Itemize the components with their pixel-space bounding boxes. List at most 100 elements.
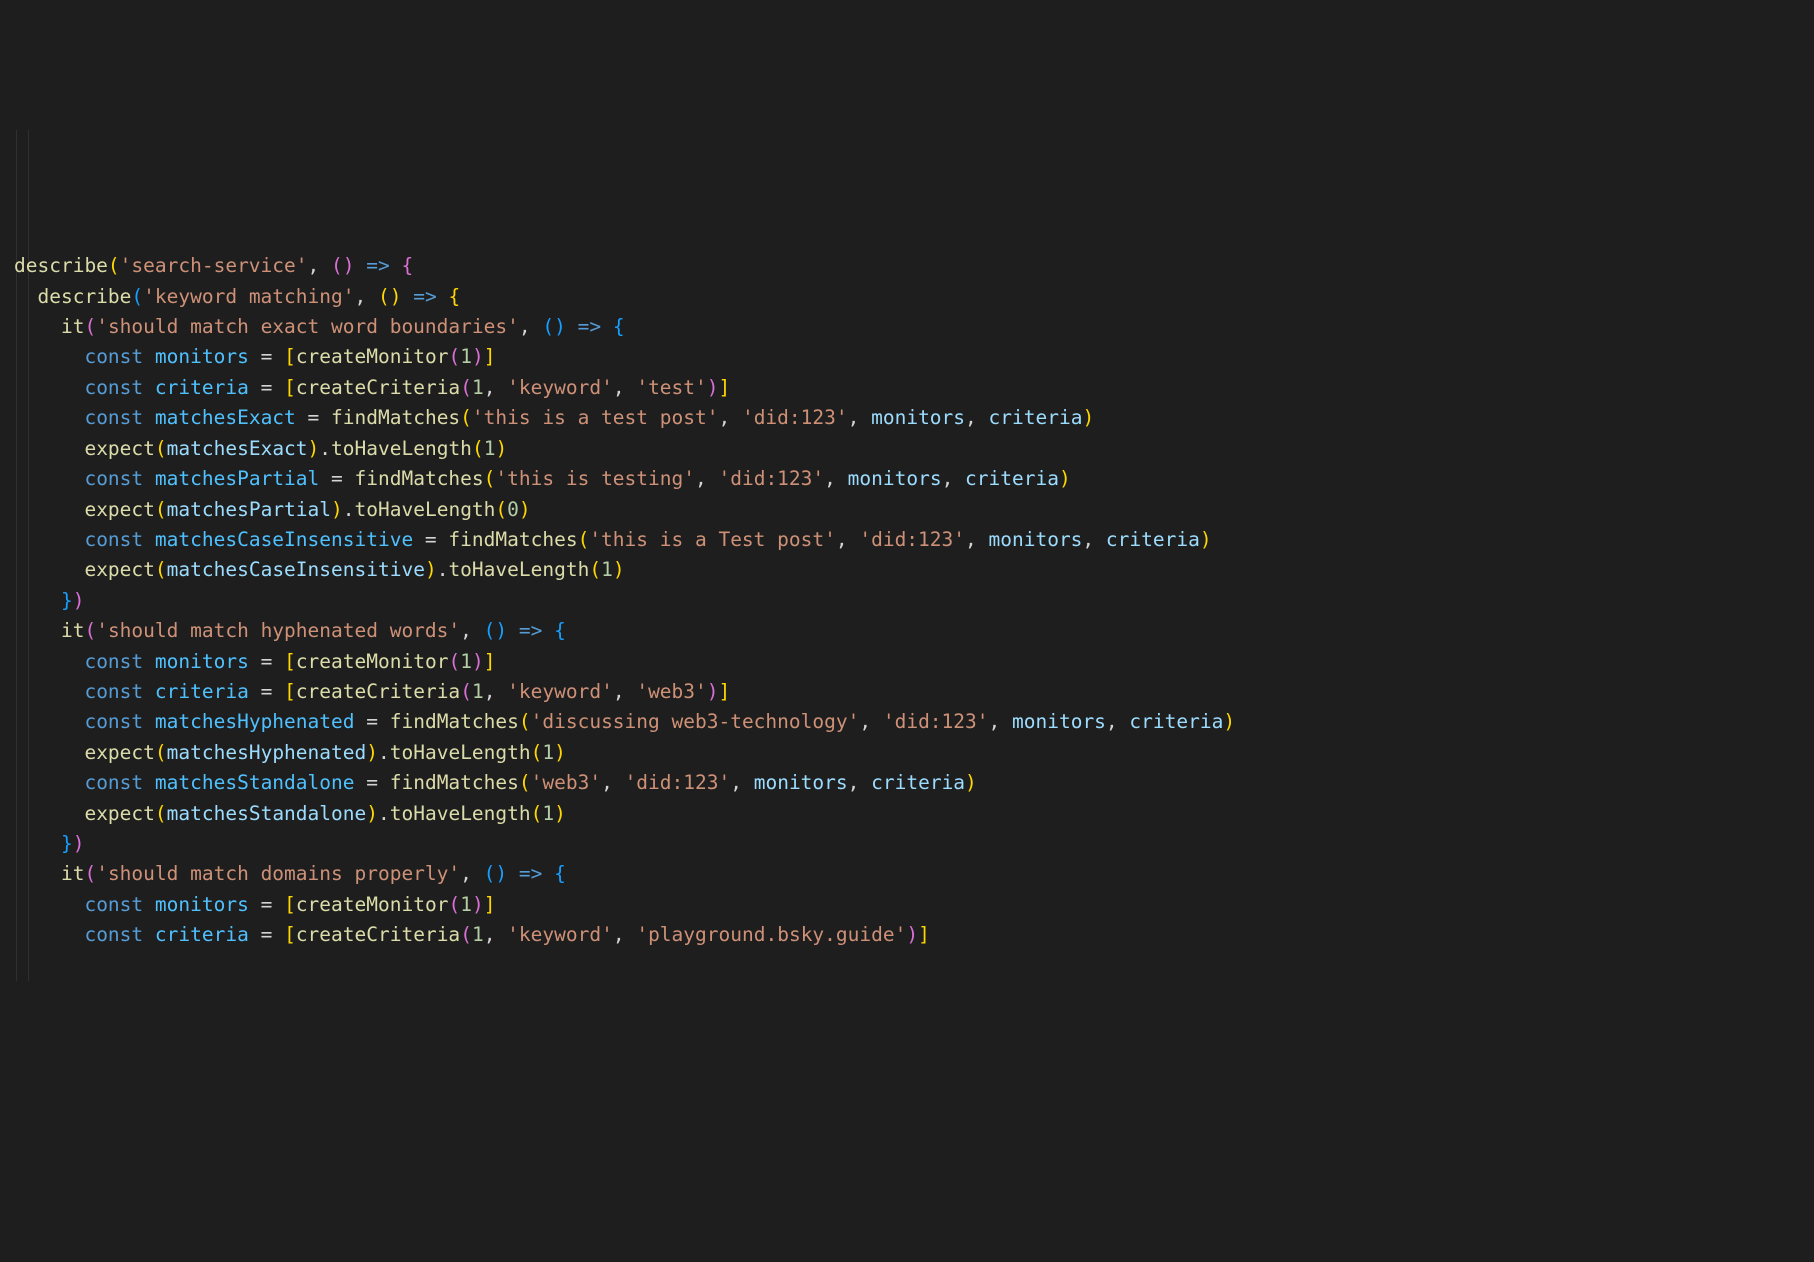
code-token: => [519,862,542,885]
code-token [143,376,155,399]
code-token [14,528,84,551]
code-token: createMonitor [296,893,449,916]
code-line[interactable]: const matchesStandalone = findMatches('w… [14,768,1814,798]
code-token: = [249,376,284,399]
code-token: ) [343,254,355,277]
code-token: , [695,467,718,490]
code-token: , [836,528,859,551]
code-token: ) [73,832,85,855]
code-token: ( [378,285,390,308]
code-token: 0 [507,498,519,521]
code-token: 1 [472,680,484,703]
code-line[interactable]: expect(matchesCaseInsensitive).toHaveLen… [14,555,1814,585]
code-token: ) [495,437,507,460]
code-token: ( [531,741,543,764]
code-token: criteria [155,680,249,703]
code-token: 1 [460,893,472,916]
code-token: , [354,285,377,308]
code-line[interactable]: const monitors = [createMonitor(1)] [14,890,1814,920]
code-token [14,741,84,764]
code-token: , [965,406,988,429]
code-token: ) [707,376,719,399]
code-line[interactable]: expect(matchesPartial).toHaveLength(0) [14,495,1814,525]
code-token: toHaveLength [390,802,531,825]
code-token: [ [284,345,296,368]
code-token: toHaveLength [355,498,496,521]
code-line[interactable]: const matchesHyphenated = findMatches('d… [14,707,1814,737]
code-token [14,285,37,308]
code-line[interactable]: it('should match exact word boundaries',… [14,312,1814,342]
code-token: } [61,589,73,612]
code-token: 'should match hyphenated words' [96,619,460,642]
code-token: expect [84,558,154,581]
code-line[interactable]: const criteria = [createCriteria(1, 'key… [14,920,1814,950]
code-token: 'did:123' [883,710,989,733]
code-token: , [859,710,882,733]
code-line[interactable]: }) [14,586,1814,616]
code-token: ) [554,741,566,764]
code-token: 'did:123' [859,528,965,551]
code-line[interactable]: it('should match hyphenated words', () =… [14,616,1814,646]
code-line[interactable]: const criteria = [createCriteria(1, 'key… [14,373,1814,403]
code-token: , [519,315,542,338]
code-token [401,285,413,308]
code-token: = [319,467,354,490]
code-line[interactable]: const monitors = [createMonitor(1)] [14,342,1814,372]
code-token: 'should match exact word boundaries' [96,315,519,338]
code-line[interactable]: expect(matchesHyphenated).toHaveLength(1… [14,738,1814,768]
code-token: ( [460,680,472,703]
code-token [507,619,519,642]
code-token: . [378,802,390,825]
code-token: { [401,254,413,277]
code-token: ) [554,802,566,825]
code-token: => [413,285,436,308]
code-token: , [1106,710,1129,733]
code-line[interactable]: }) [14,829,1814,859]
code-token: , [824,467,847,490]
code-token: const [84,528,143,551]
code-line[interactable]: const monitors = [createMonitor(1)] [14,647,1814,677]
code-token: it [61,619,84,642]
code-line[interactable]: const criteria = [createCriteria(1, 'key… [14,677,1814,707]
code-line[interactable]: it('should match domains properly', () =… [14,859,1814,889]
code-token: 1 [460,345,472,368]
code-token: 'web3' [636,680,706,703]
code-token [143,923,155,946]
code-token [143,345,155,368]
code-token: createCriteria [296,923,460,946]
code-line[interactable]: expect(matchesStandalone).toHaveLength(1… [14,799,1814,829]
code-line[interactable]: const matchesCaseInsensitive = findMatch… [14,525,1814,555]
code-token: expect [84,802,154,825]
code-line[interactable]: describe('search-service', () => { [14,251,1814,281]
code-token: ( [448,345,460,368]
code-token: ) [425,558,437,581]
code-token: findMatches [390,771,519,794]
code-token: ) [495,619,507,642]
code-line[interactable]: const matchesPartial = findMatches('this… [14,464,1814,494]
code-token [14,710,84,733]
code-token: ) [1059,467,1071,490]
code-token [14,437,84,460]
code-token: ] [484,345,496,368]
code-editor[interactable]: describe('search-service', () => { descr… [14,130,1814,981]
code-token: toHaveLength [448,558,589,581]
code-token: ( [495,498,507,521]
code-token: ) [366,741,378,764]
code-token: ( [331,254,343,277]
code-token: ) [519,498,531,521]
code-token: matchesPartial [167,498,331,521]
code-token: [ [284,923,296,946]
code-line[interactable]: expect(matchesExact).toHaveLength(1) [14,434,1814,464]
code-token [14,558,84,581]
code-token: ( [84,619,96,642]
code-token: 'did:123' [625,771,731,794]
code-token: matchesHyphenated [167,741,367,764]
code-content[interactable]: describe('search-service', () => { descr… [14,251,1814,950]
code-token: [ [284,650,296,673]
code-line[interactable]: const matchesExact = findMatches('this i… [14,403,1814,433]
code-token: } [61,832,73,855]
code-token [14,376,84,399]
code-token: const [84,923,143,946]
code-line[interactable]: describe('keyword matching', () => { [14,282,1814,312]
code-token [14,771,84,794]
